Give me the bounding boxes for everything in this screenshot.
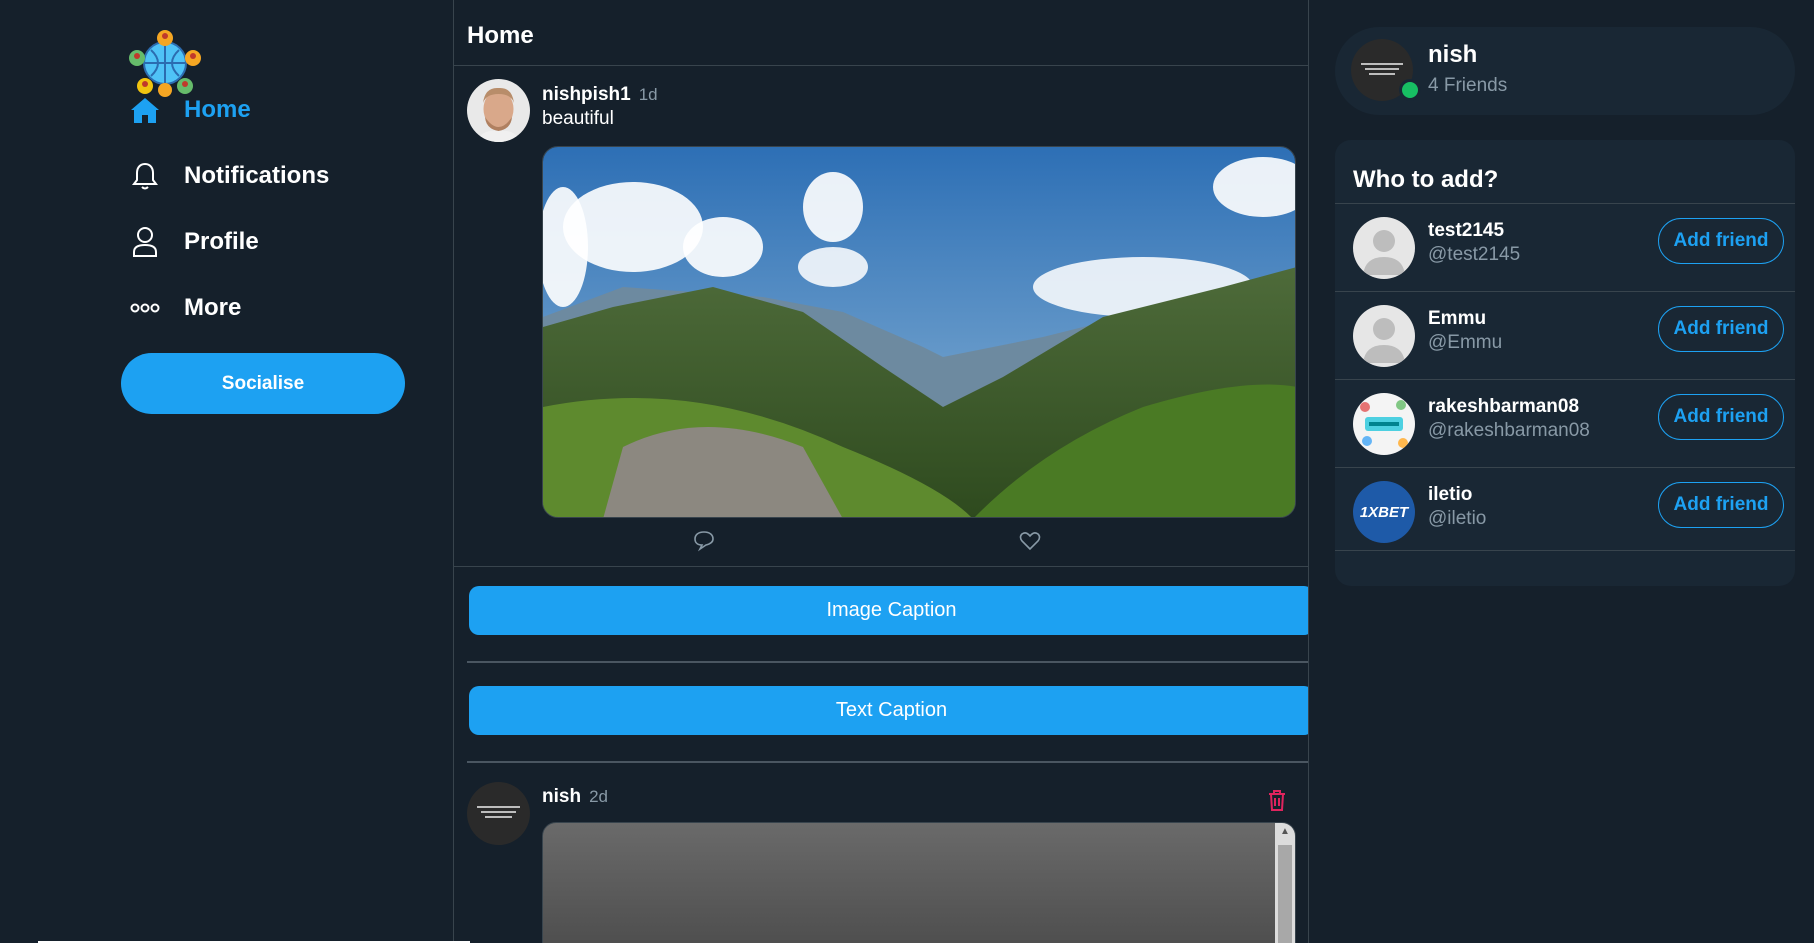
left-sidebar: Home Notifications Profile More Socialis… — [0, 0, 453, 943]
suggestion-name[interactable]: test2145 — [1428, 220, 1504, 242]
add-friend-button[interactable]: Add friend — [1658, 482, 1784, 528]
home-icon — [130, 95, 160, 125]
avatar[interactable] — [1353, 305, 1415, 367]
more-icon — [130, 293, 160, 323]
suggestion-name[interactable]: rakeshbarman08 — [1428, 396, 1579, 418]
suggestion-handle: @test2145 — [1428, 244, 1521, 265]
image-caption-button[interactable]: Image Caption — [469, 586, 1308, 635]
suggestion-row: test2145 @test2145 Add friend — [1335, 203, 1795, 291]
avatar[interactable]: 1XBET — [1353, 481, 1415, 543]
image-scrollbar[interactable]: ▲ — [1275, 823, 1295, 943]
post-image[interactable] — [542, 146, 1296, 518]
app-logo[interactable] — [127, 28, 203, 98]
scroll-up-icon[interactable]: ▲ — [1280, 826, 1290, 837]
like-icon[interactable] — [1018, 528, 1042, 552]
suggestion-handle: @iletio — [1428, 508, 1487, 529]
post-username[interactable]: nish — [542, 786, 581, 808]
post-timestamp: 2d — [589, 787, 608, 806]
post-header: nishpish1 1d — [542, 84, 658, 106]
bell-icon — [130, 161, 160, 191]
avatar[interactable] — [1353, 393, 1415, 455]
feed: Home nishpish1 1d beautiful Image Captio… — [453, 0, 1309, 943]
avatar[interactable] — [1353, 217, 1415, 279]
suggestion-row: rakeshbarman08 @rakeshbarman08 Add frien… — [1335, 379, 1795, 467]
post-timestamp: 1d — [638, 85, 658, 104]
post-item: nishpish1 1d beautiful — [454, 66, 1308, 567]
trash-icon[interactable] — [1266, 788, 1288, 812]
socialise-button[interactable]: Socialise — [121, 353, 405, 414]
profile-friends-count[interactable]: 4 Friends — [1428, 75, 1507, 97]
suggestion-handle: @rakeshbarman08 — [1428, 420, 1590, 441]
suggestion-row: Emmu @Emmu Add friend — [1335, 291, 1795, 379]
profile-card[interactable]: nish 4 Friends — [1335, 27, 1795, 115]
post-header: nish 2d — [542, 786, 608, 808]
divider — [1335, 550, 1795, 551]
profile-name: nish — [1428, 41, 1478, 68]
feed-header: Home — [454, 0, 1308, 66]
nav-notifications-label: Notifications — [184, 162, 330, 189]
post-avatar[interactable] — [467, 79, 530, 142]
user-icon — [130, 227, 160, 257]
nav-notifications[interactable]: Notifications — [130, 161, 329, 191]
suggestion-row: 1XBET iletio @iletio Add friend — [1335, 467, 1795, 555]
page-title: Home — [467, 22, 534, 49]
post-avatar[interactable] — [467, 782, 530, 845]
online-status-indicator — [1399, 79, 1421, 101]
suggestion-handle: @Emmu — [1428, 332, 1503, 353]
avatar-logo-text: 1XBET — [1359, 503, 1409, 521]
post-username[interactable]: nishpish1 — [542, 84, 631, 106]
app: Home Notifications Profile More Socialis… — [0, 0, 1814, 943]
nav-profile[interactable]: Profile — [130, 227, 259, 257]
nav-more[interactable]: More — [130, 293, 241, 323]
add-friend-button[interactable]: Add friend — [1658, 218, 1784, 264]
nav-home[interactable]: Home — [130, 95, 251, 125]
add-friend-button[interactable]: Add friend — [1658, 306, 1784, 352]
divider — [467, 661, 1308, 663]
post-text: beautiful — [542, 108, 614, 129]
who-to-add-title: Who to add? — [1353, 166, 1499, 193]
nav-profile-label: Profile — [184, 228, 259, 255]
text-caption-button[interactable]: Text Caption — [469, 686, 1308, 735]
right-sidebar: nish 4 Friends Who to add? test2145 @tes… — [1309, 0, 1814, 943]
suggestion-name[interactable]: iletio — [1428, 484, 1472, 506]
nav-more-label: More — [184, 294, 242, 321]
suggestion-name[interactable]: Emmu — [1428, 308, 1486, 330]
post-item: nish 2d ▲ — [454, 762, 1308, 943]
nav-home-label: Home — [184, 96, 251, 123]
post-actions — [542, 528, 1296, 554]
post-image[interactable]: ▲ — [542, 822, 1296, 943]
who-to-add-panel: Who to add? test2145 @test2145 Add frien… — [1335, 140, 1795, 586]
add-friend-button[interactable]: Add friend — [1658, 394, 1784, 440]
comment-icon[interactable] — [692, 528, 716, 552]
scroll-thumb[interactable] — [1278, 845, 1292, 943]
